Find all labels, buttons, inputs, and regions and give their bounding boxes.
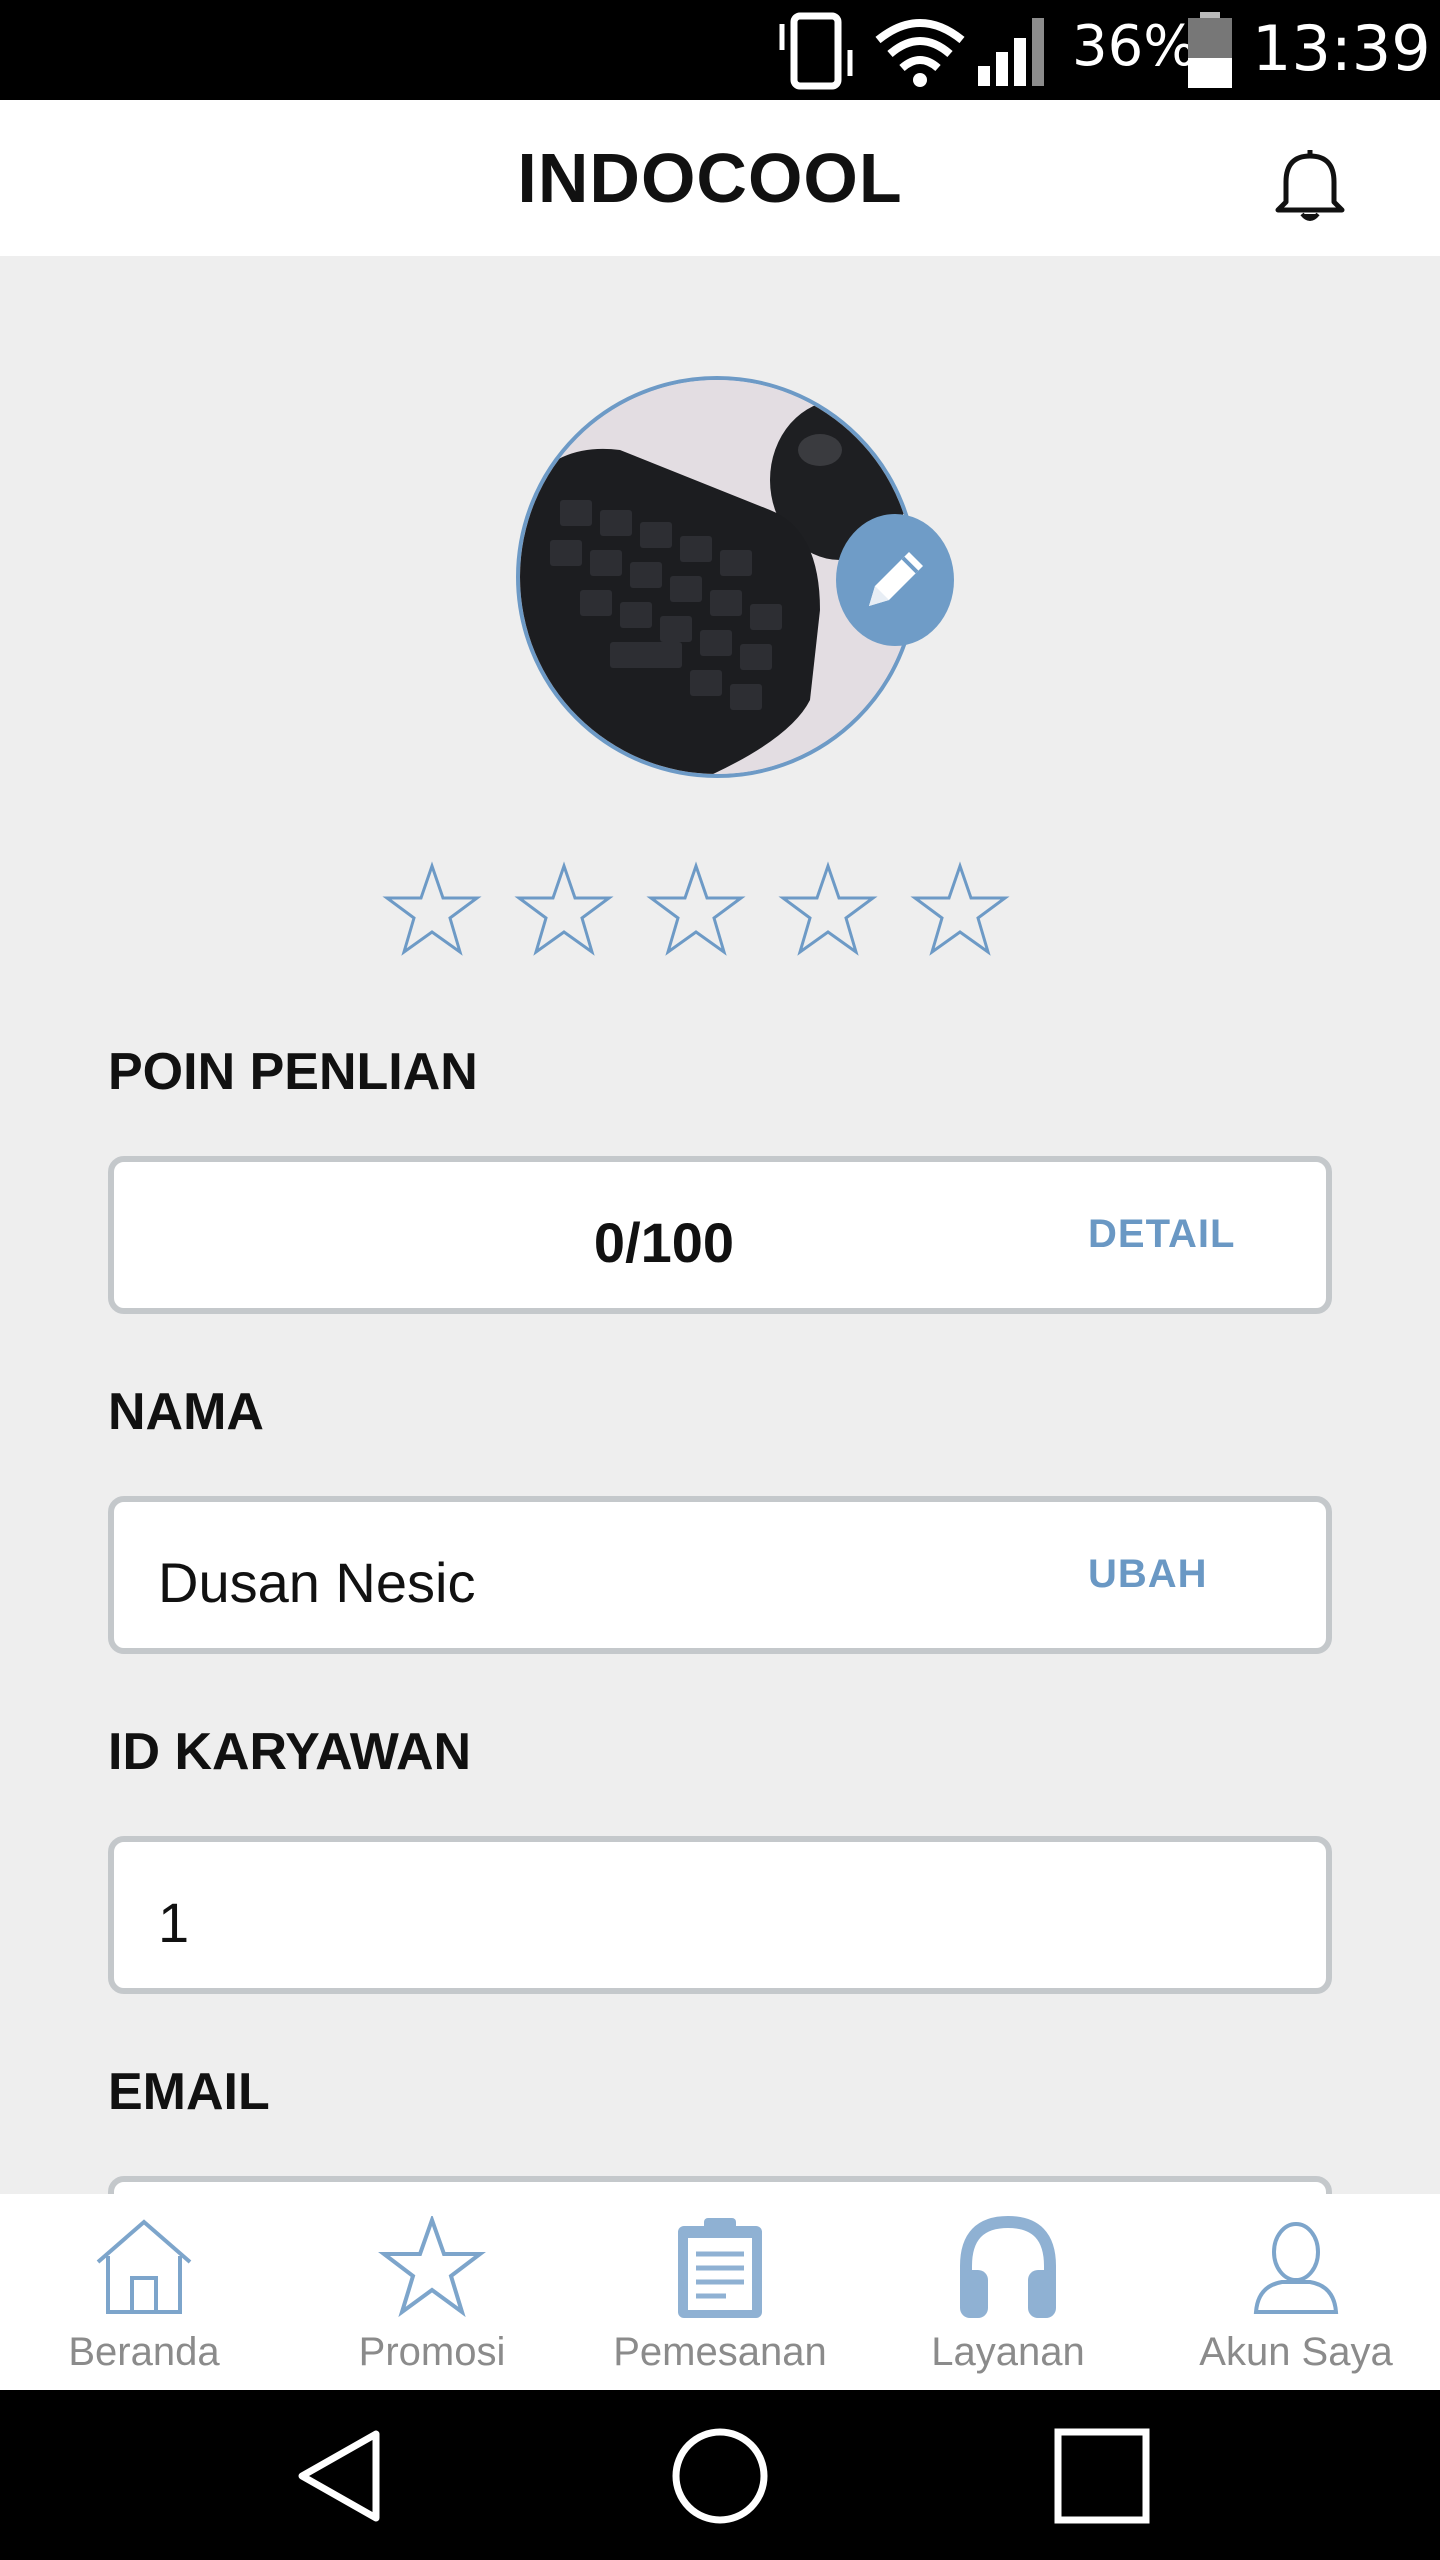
- vibrate-icon: [779, 12, 853, 90]
- change-name-button[interactable]: UBAH: [1088, 1552, 1208, 1597]
- nav-item-akun-saya[interactable]: Akun Saya: [1152, 2194, 1440, 2390]
- edit-photo-button[interactable]: [836, 514, 954, 646]
- system-navigation-bar: [0, 2390, 1440, 2560]
- nav-item-layanan[interactable]: Layanan: [864, 2194, 1152, 2390]
- back-icon[interactable]: [290, 2426, 390, 2526]
- app-bar: INDOCOOL: [0, 100, 1440, 256]
- points-value: 0/100: [593, 1211, 735, 1274]
- clock: 13:39: [1252, 12, 1431, 85]
- nav-item-pemesanan[interactable]: Pemesanan: [576, 2194, 864, 2390]
- battery-percentage: 36%: [1072, 14, 1197, 79]
- battery-icon: [1188, 12, 1232, 88]
- rating-stars: [382, 860, 1022, 960]
- wifi-icon: [875, 19, 965, 87]
- nav-label-promosi: Promosi: [358, 2330, 506, 2374]
- detail-button[interactable]: DETAIL: [1088, 1212, 1235, 1257]
- email-label: EMAIL: [108, 2063, 270, 2121]
- employee-id-label: ID KARYAWAN: [108, 1723, 472, 1781]
- nav-item-promosi[interactable]: Promosi: [288, 2194, 576, 2390]
- nav-label-pemesanan: Pemesanan: [613, 2330, 827, 2374]
- pencil-icon: [869, 552, 923, 606]
- employee-id-value: 1: [158, 1891, 190, 1954]
- employee-id-field: 1: [108, 1836, 1332, 1994]
- star-icon: [910, 861, 1010, 956]
- notification-bell-icon[interactable]: [1268, 144, 1352, 228]
- nav-label-beranda: Beranda: [68, 2330, 220, 2374]
- star-icon: [382, 861, 482, 956]
- nav-label-layanan: Layanan: [931, 2330, 1085, 2374]
- user-icon: [1253, 2222, 1339, 2314]
- clipboard-icon: [678, 2218, 762, 2318]
- home-icon: [96, 2219, 192, 2314]
- star-icon: [514, 861, 614, 956]
- recents-icon[interactable]: [1052, 2426, 1152, 2526]
- home-circle-icon[interactable]: [670, 2426, 770, 2526]
- status-bar: 36% 13:39: [0, 0, 1440, 100]
- app-title: INDOCOOL: [517, 139, 903, 217]
- name-label: NAMA: [108, 1383, 264, 1441]
- points-label: POIN PENLIAN: [108, 1043, 478, 1101]
- name-value: Dusan Nesic: [158, 1551, 476, 1614]
- star-icon: [646, 861, 746, 956]
- nav-item-beranda[interactable]: Beranda: [0, 2194, 288, 2390]
- name-field: Dusan Nesic UBAH: [108, 1496, 1332, 1654]
- nav-label-akun-saya: Akun Saya: [1199, 2330, 1393, 2374]
- headphones-icon: [960, 2216, 1056, 2318]
- points-field: 0/100 DETAIL: [108, 1156, 1332, 1314]
- star-icon: [378, 2216, 486, 2318]
- signal-icon: [978, 18, 1044, 86]
- star-icon: [778, 861, 878, 956]
- bottom-navigation: Beranda Promosi Pemesanan Layanan Akun S…: [0, 2194, 1440, 2390]
